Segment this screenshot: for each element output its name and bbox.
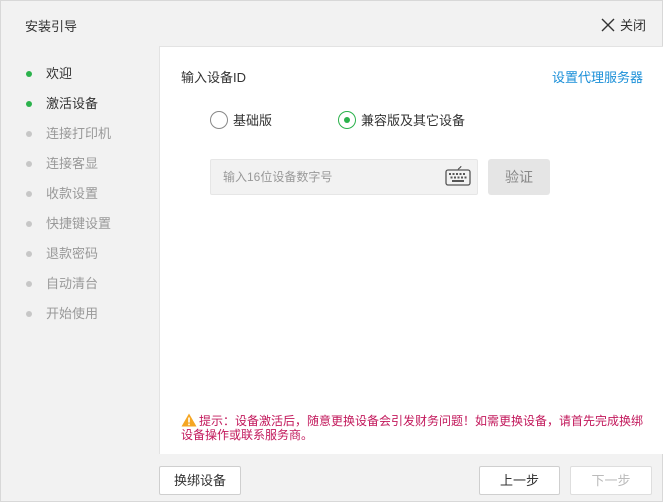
warning-text: 提示：设备激活后，随意更换设备会引发财务问题！如需更换设备，请首先完成换绑设备操…	[181, 414, 644, 442]
radio-label: 兼容版及其它设备	[361, 113, 466, 128]
step-status-dot	[26, 101, 32, 107]
step-status-dot	[26, 311, 32, 317]
step-status-dot	[26, 221, 32, 227]
step-shortcut-settings: 快捷键设置	[1, 209, 158, 239]
previous-step-button[interactable]: 上一步	[479, 466, 560, 495]
step-status-dot	[26, 131, 32, 137]
step-status-dot	[26, 191, 32, 197]
activation-warning: 提示：设备激活后，随意更换设备会引发财务问题！如需更换设备，请首先完成换绑设备操…	[181, 413, 651, 442]
step-label: 快捷键设置	[46, 216, 112, 231]
radio-circle	[210, 110, 228, 129]
step-status-dot	[26, 281, 32, 287]
step-label: 收款设置	[46, 186, 99, 201]
step-label: 欢迎	[46, 66, 73, 81]
step-label: 开始使用	[46, 306, 99, 321]
close-button[interactable]: 关闭	[601, 15, 646, 34]
step-label: 激活设备	[46, 96, 99, 111]
device-id-input[interactable]	[211, 160, 441, 194]
activation-panel: 输入设备ID 设置代理服务器 基础版 兼容版及其它设备 验证	[159, 46, 663, 454]
radio-basic-edition[interactable]: 基础版	[210, 110, 272, 129]
warning-icon	[181, 413, 197, 427]
proxy-server-link[interactable]: 设置代理服务器	[552, 67, 643, 86]
setup-wizard-window: 安装引导 关闭 欢迎 激活设备 连接打印机 连接客显 收款设置 快捷键设置 退款…	[0, 0, 663, 502]
step-start-using: 开始使用	[1, 299, 158, 329]
step-label: 连接打印机	[46, 126, 112, 141]
device-id-field	[210, 159, 478, 195]
window-title: 安装引导	[25, 19, 78, 34]
step-payment-settings: 收款设置	[1, 179, 158, 209]
step-refund-password: 退款密码	[1, 239, 158, 269]
radio-circle	[338, 110, 356, 129]
device-id-label: 输入设备ID	[181, 70, 247, 85]
step-connect-customer-display: 连接客显	[1, 149, 158, 179]
step-welcome: 欢迎	[1, 59, 158, 89]
next-step-button[interactable]: 下一步	[570, 466, 652, 495]
step-label: 连接客显	[46, 156, 99, 171]
step-status-dot	[26, 251, 32, 257]
rebind-device-button[interactable]: 换绑设备	[159, 466, 241, 495]
radio-compatible-edition[interactable]: 兼容版及其它设备	[338, 110, 465, 129]
step-label: 退款密码	[46, 246, 99, 261]
step-label: 自动清台	[46, 276, 99, 291]
verify-button[interactable]: 验证	[488, 159, 550, 195]
close-label: 关闭	[619, 18, 646, 33]
radio-label: 基础版	[233, 113, 273, 128]
close-icon	[601, 18, 615, 31]
step-auto-clear-table: 自动清台	[1, 269, 158, 299]
keyboard-icon[interactable]	[445, 166, 471, 188]
title-bar: 安装引导 关闭	[1, 1, 662, 45]
step-connect-printer: 连接打印机	[1, 119, 158, 149]
step-status-dot	[26, 161, 32, 167]
step-activate-device: 激活设备	[1, 89, 158, 119]
steps-sidebar: 欢迎 激活设备 连接打印机 连接客显 收款设置 快捷键设置 退款密码 自动清台 …	[1, 59, 158, 329]
step-status-dot	[26, 71, 32, 77]
